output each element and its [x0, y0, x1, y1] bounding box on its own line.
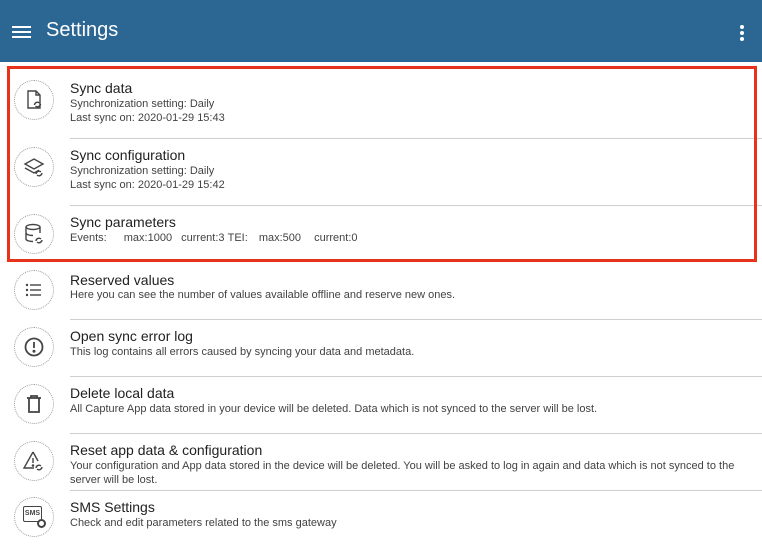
item-setting: Synchronization setting: Daily: [70, 98, 215, 110]
item-title: Sync parameters: [70, 214, 176, 230]
item-title: Open sync error log: [70, 328, 193, 344]
item-title: SMS Settings: [70, 499, 155, 515]
item-title: Sync data: [70, 80, 133, 96]
list-icon: [14, 270, 54, 310]
item-title: Sync configuration: [70, 147, 186, 163]
warning-reset-icon: [14, 441, 54, 481]
item-description: Here you can see the number of values av…: [70, 289, 456, 301]
item-description: This log contains all errors caused by s…: [70, 346, 415, 358]
tei-max: max:500: [258, 232, 302, 244]
settings-item-sync-configuration[interactable]: Sync configuration Synchronization setti…: [0, 139, 762, 205]
tei-current: current:0: [314, 232, 358, 244]
item-title: Reserved values: [70, 272, 175, 288]
app-bar: Settings: [0, 0, 762, 62]
file-sync-icon: [14, 80, 54, 120]
events-max: max:1000: [123, 232, 173, 244]
events-label: Events:: [70, 232, 107, 244]
more-vert-icon[interactable]: [733, 22, 751, 42]
settings-item-reserved-values[interactable]: Reserved values Here you can see the num…: [0, 264, 762, 320]
sms-settings-icon: SMS: [14, 497, 54, 537]
item-last-sync: Last sync on: 2020-01-29 15:43: [70, 112, 225, 124]
settings-item-sync-data[interactable]: Sync data Synchronization setting: Daily…: [0, 72, 762, 138]
menu-icon[interactable]: [12, 24, 32, 40]
trash-icon: [14, 384, 54, 424]
events-current: current:3: [181, 232, 225, 244]
item-title: Reset app data & configuration: [70, 442, 263, 458]
item-title: Delete local data: [70, 385, 175, 401]
settings-item-sync-error-log[interactable]: Open sync error log This log contains al…: [0, 320, 762, 376]
sync-parameters-stats: Events: max:1000 current:3 TEI: max:500 …: [70, 231, 760, 245]
item-setting: Synchronization setting: Daily: [70, 165, 215, 177]
settings-item-delete-local-data[interactable]: Delete local data All Capture App data s…: [0, 377, 762, 433]
database-sync-icon: [14, 214, 54, 254]
item-description: Check and edit parameters related to the…: [70, 517, 337, 529]
tei-label: TEI:: [227, 232, 248, 244]
item-last-sync: Last sync on: 2020-01-29 15:42: [70, 179, 225, 191]
settings-item-sync-parameters[interactable]: Sync parameters Events: max:1000 current…: [0, 206, 762, 262]
settings-item-sms-settings[interactable]: SMS SMS Settings Check and edit paramete…: [0, 491, 762, 547]
page-title: Settings: [46, 19, 119, 41]
settings-item-reset-app[interactable]: Reset app data & configuration Your conf…: [0, 434, 762, 490]
item-description: Your configuration and App data stored i…: [70, 460, 735, 486]
layers-sync-icon: [14, 147, 54, 187]
error-icon: [14, 327, 54, 367]
item-description: All Capture App data stored in your devi…: [70, 403, 598, 415]
